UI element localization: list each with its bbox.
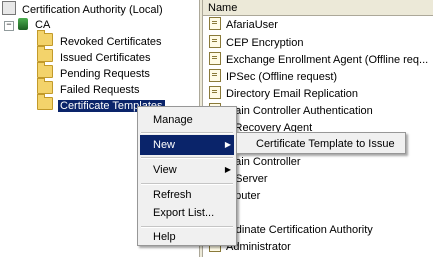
list-item-label: IPSec (Offline request) bbox=[226, 71, 338, 83]
list-item[interactable]: Directory Email Replication bbox=[209, 86, 358, 102]
menu-item-export-list[interactable]: Export List... bbox=[140, 203, 234, 223]
tree-node-root-label: Certification Authority (Local) bbox=[22, 4, 163, 16]
list-item[interactable]: CEP Encryption bbox=[209, 35, 303, 51]
list-item-label: ordinate Certification Authority bbox=[226, 224, 373, 236]
menu-item-new-label: New bbox=[153, 139, 176, 151]
menu-item-new[interactable]: New ▶ bbox=[140, 135, 234, 155]
context-menu: Manage New ▶ View ▶ Refresh Export List.… bbox=[137, 106, 237, 246]
menu-item-help[interactable]: Help bbox=[140, 227, 234, 247]
tree-node-pending-requests[interactable]: Pending Requests bbox=[37, 62, 152, 81]
certificate-template-icon bbox=[209, 17, 221, 30]
menu-item-view-label: View bbox=[153, 164, 177, 176]
certification-authority-icon bbox=[2, 1, 16, 15]
tree-node-failed-requests[interactable]: Failed Requests bbox=[37, 78, 142, 97]
certificate-template-icon bbox=[209, 69, 221, 82]
menu-item-view[interactable]: View ▶ bbox=[140, 160, 234, 180]
list-item-label: main Controller bbox=[226, 156, 301, 168]
menu-separator bbox=[141, 132, 233, 134]
collapse-icon[interactable]: − bbox=[4, 21, 14, 31]
tree-node-label: Issued Certificates bbox=[60, 52, 151, 64]
tree-node-issued-certificates[interactable]: Issued Certificates bbox=[37, 46, 152, 65]
submenu-arrow-icon: ▶ bbox=[224, 140, 231, 149]
template-list: Name AfariaUser CEP Encryption Exchange … bbox=[203, 0, 433, 257]
list-item-label: CEP Encryption bbox=[226, 37, 304, 49]
list-item-label: AfariaUser bbox=[226, 19, 278, 31]
new-submenu: Certificate Template to Issue bbox=[236, 132, 406, 154]
column-header-name[interactable]: Name bbox=[203, 0, 433, 16]
menu-item-refresh[interactable]: Refresh bbox=[140, 185, 234, 205]
tree-node-label: Revoked Certificates bbox=[60, 36, 162, 48]
certificate-template-icon bbox=[209, 52, 221, 65]
submenu-arrow-icon: ▶ bbox=[224, 165, 231, 174]
folder-icon bbox=[37, 62, 53, 78]
list-item-label: main Controller Authentication bbox=[226, 105, 373, 117]
tree-node-ca[interactable]: − CA bbox=[4, 17, 52, 33]
certificate-template-icon bbox=[209, 86, 221, 99]
list-item[interactable]: Exchange Enrollment Agent (Offline req..… bbox=[209, 52, 428, 68]
list-item-label: Directory Email Replication bbox=[226, 88, 359, 100]
menu-separator bbox=[141, 157, 233, 159]
folder-icon bbox=[37, 30, 53, 46]
ca-server-icon bbox=[18, 18, 28, 30]
folder-icon bbox=[37, 46, 53, 62]
tree-node-label: Pending Requests bbox=[60, 68, 150, 80]
list-item-label: Exchange Enrollment Agent (Offline req..… bbox=[226, 54, 429, 66]
list-item[interactable]: AfariaUser bbox=[209, 17, 278, 33]
tree-node-revoked-certificates[interactable]: Revoked Certificates bbox=[37, 30, 164, 49]
folder-icon bbox=[37, 78, 53, 94]
tree-node-root[interactable]: Certification Authority (Local) bbox=[2, 1, 165, 17]
tree-node-label: Failed Requests bbox=[60, 84, 140, 96]
folder-icon bbox=[37, 94, 53, 110]
menu-item-certificate-template-to-issue[interactable]: Certificate Template to Issue bbox=[238, 134, 404, 154]
certificate-template-icon bbox=[209, 35, 221, 48]
list-item[interactable]: IPSec (Offline request) bbox=[209, 69, 337, 85]
menu-item-manage[interactable]: Manage bbox=[140, 110, 234, 130]
